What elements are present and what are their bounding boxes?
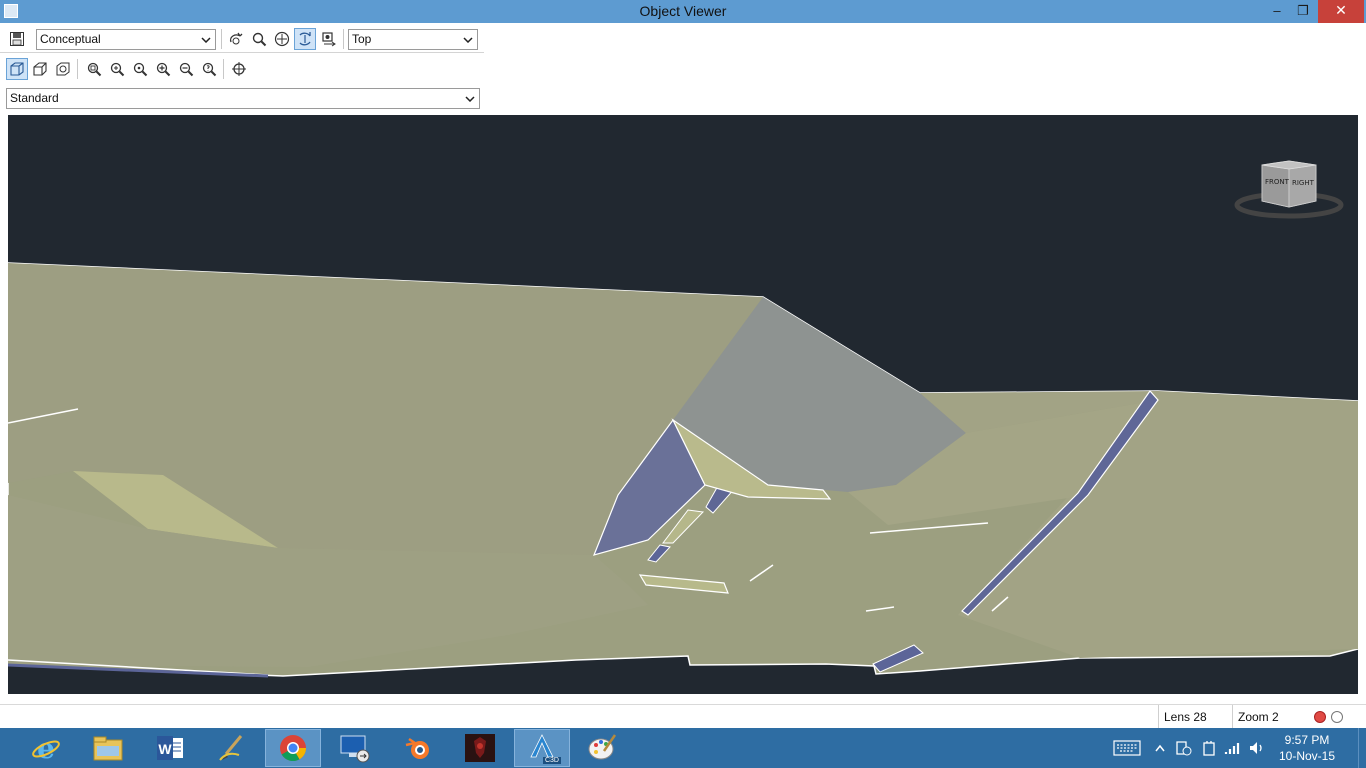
close-button[interactable]: ✕ xyxy=(1318,0,1364,23)
paint-brush-icon xyxy=(219,735,243,761)
view-preset-value: Standard xyxy=(10,91,59,105)
zoom-center-button[interactable] xyxy=(130,59,150,79)
parallel-cube-icon xyxy=(10,62,24,76)
chevron-down-icon xyxy=(461,31,475,48)
toolbar-separator xyxy=(223,59,224,79)
viewcube[interactable]: FRONT RIGHT xyxy=(1234,155,1344,225)
toolbar-separator xyxy=(77,59,78,79)
taskbar-paint-brush-app[interactable] xyxy=(204,729,260,767)
orbit-icon xyxy=(229,32,243,45)
c3d-label: C3D xyxy=(542,757,561,764)
toolbar-row-1: Conceptual Top xyxy=(0,25,484,53)
show-desktop-button[interactable] xyxy=(1358,728,1366,768)
action-center-icon[interactable] xyxy=(1172,728,1194,768)
zoom-realtime-button[interactable] xyxy=(199,59,219,79)
viewcube-front-label: FRONT xyxy=(1265,178,1289,186)
chevron-down-icon xyxy=(463,90,477,107)
zoom-in-button[interactable] xyxy=(153,59,173,79)
camera-icon xyxy=(322,32,336,47)
view-preset-dropdown[interactable]: Standard xyxy=(6,88,480,109)
taskbar-file-explorer[interactable] xyxy=(80,729,136,767)
toolbar-divider xyxy=(0,52,484,53)
viewcube-right-label: RIGHT xyxy=(1292,179,1314,187)
save-icon xyxy=(10,32,24,46)
keyboard-icon[interactable] xyxy=(1110,728,1144,768)
folder-icon xyxy=(93,736,123,761)
swivel-button[interactable] xyxy=(53,59,73,79)
clock-time: 9:57 PM xyxy=(1284,733,1330,747)
word-icon: W xyxy=(157,736,183,760)
toolbar-separator xyxy=(343,29,344,49)
taskbar-google-chrome[interactable] xyxy=(265,729,321,767)
taskbar-blender[interactable] xyxy=(390,729,446,767)
internet-explorer-icon: e xyxy=(32,733,60,763)
parallel-view-button[interactable] xyxy=(6,58,28,80)
taskbar: e W C3D 9:57 PM 10-Nov-15 xyxy=(0,728,1366,768)
continuous-orbit-button[interactable] xyxy=(294,28,316,50)
blender-icon xyxy=(405,737,429,759)
paint-palette-icon xyxy=(588,734,617,760)
target-button[interactable] xyxy=(229,59,249,79)
taskbar-clock[interactable]: 9:57 PM 10-Nov-15 xyxy=(1274,732,1340,764)
swivel-icon xyxy=(56,62,70,76)
title-bar: Object Viewer – ❐ ✕ xyxy=(0,0,1366,23)
zoom-out-icon xyxy=(179,62,194,77)
lens-status: Lens 28 xyxy=(1158,705,1230,729)
visual-style-value: Conceptual xyxy=(40,32,101,46)
orbit-button[interactable] xyxy=(226,29,246,49)
svg-text:W: W xyxy=(158,741,172,757)
svg-text:e: e xyxy=(37,733,55,763)
viewcube-graphic xyxy=(1234,160,1344,219)
taskbar-game[interactable] xyxy=(452,729,508,767)
presentation-button[interactable] xyxy=(318,29,338,49)
taskbar-internet-explorer[interactable]: e xyxy=(18,729,74,767)
pan-icon xyxy=(274,31,290,47)
zoom-window-icon xyxy=(110,62,125,77)
zoom-button[interactable] xyxy=(249,29,269,49)
zoom-in-icon xyxy=(156,62,171,77)
toolbar-separator xyxy=(221,29,222,49)
taskbar-paint[interactable] xyxy=(575,729,631,767)
clock-date: 10-Nov-15 xyxy=(1278,749,1336,763)
continuous-orbit-icon xyxy=(299,32,311,46)
chrome-icon xyxy=(280,735,307,762)
crosshair-icon xyxy=(232,62,246,76)
taskbar-autocad-civil-3d[interactable]: C3D xyxy=(514,729,570,767)
window-title: Object Viewer xyxy=(639,3,727,19)
save-button[interactable] xyxy=(7,29,27,49)
show-hidden-icons-icon[interactable] xyxy=(1152,728,1168,768)
toolbar-row-2 xyxy=(0,55,484,83)
chevron-down-icon xyxy=(199,31,213,48)
network-icon[interactable] xyxy=(1222,728,1244,768)
view-value: Top xyxy=(352,32,372,46)
status-bar: Lens 28 Zoom 2 xyxy=(0,704,1366,729)
taskbar-word[interactable]: W xyxy=(142,729,198,767)
game-icon xyxy=(465,734,495,762)
zoom-status: Zoom 2 xyxy=(1232,705,1304,729)
3d-viewport[interactable]: FRONT RIGHT xyxy=(8,115,1358,694)
taskbar-remote-desktop[interactable] xyxy=(327,729,383,767)
zoom-center-icon xyxy=(133,62,148,77)
zoom-extents-icon xyxy=(87,62,102,77)
restore-button[interactable]: ❐ xyxy=(1286,0,1320,23)
zoom-out-button[interactable] xyxy=(176,59,196,79)
pan-button[interactable] xyxy=(272,29,292,49)
perspective-view-button[interactable] xyxy=(30,59,50,79)
zoom-extents-button[interactable] xyxy=(84,59,104,79)
volume-icon[interactable] xyxy=(1246,728,1268,768)
idle-indicator-icon[interactable] xyxy=(1331,711,1343,723)
record-icon[interactable] xyxy=(1314,711,1326,723)
surface-model[interactable] xyxy=(8,115,1358,694)
power-icon[interactable] xyxy=(1198,728,1220,768)
magnifier-icon xyxy=(252,32,267,47)
visual-style-dropdown[interactable]: Conceptual xyxy=(36,29,216,50)
zoom-realtime-icon xyxy=(202,62,217,77)
perspective-cube-icon xyxy=(33,62,47,76)
remote-desktop-icon xyxy=(340,735,370,763)
view-dropdown[interactable]: Top xyxy=(348,29,478,50)
zoom-window-button[interactable] xyxy=(107,59,127,79)
